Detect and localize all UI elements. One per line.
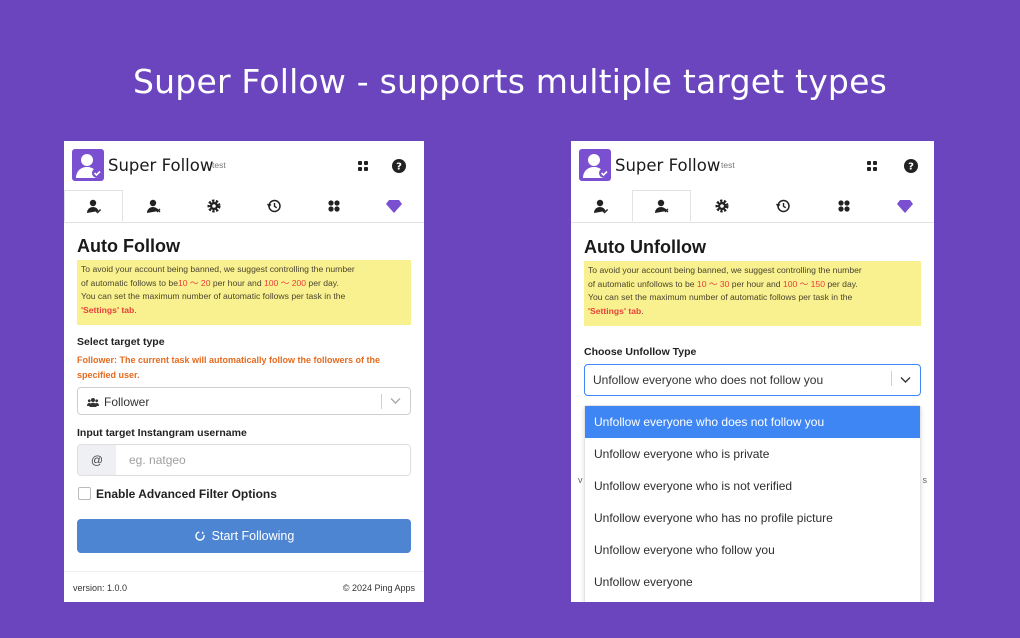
unfollow-type-value: Unfollow everyone who does not follow yo… xyxy=(593,373,824,387)
hidden-content-peek: v xyxy=(578,475,583,485)
tab-bar xyxy=(571,190,934,223)
unfollow-type-select[interactable]: Unfollow everyone who does not follow yo… xyxy=(584,364,921,396)
refresh-icon xyxy=(194,531,205,541)
user-x-icon xyxy=(654,199,668,213)
dropdown-option[interactable]: Unfollow everyone who is not verified xyxy=(585,470,920,502)
user-check-icon xyxy=(86,199,101,214)
svg-text:?: ? xyxy=(908,162,914,173)
at-addon: @ xyxy=(78,445,117,475)
select-separator xyxy=(891,371,892,386)
apps-grid-icon[interactable] xyxy=(354,157,372,175)
target-type-value: Follower xyxy=(104,395,150,409)
app-logo-icon xyxy=(72,149,104,181)
app-title: Super Follow xyxy=(615,156,721,175)
diamond-icon xyxy=(896,200,913,213)
version-text: version: 1.0.0 xyxy=(73,583,128,593)
dropdown-option[interactable]: Unfollow everyone who has no profile pic… xyxy=(585,502,920,534)
panel-header: Super Follow test ? xyxy=(571,141,934,190)
auto-unfollow-panel: Super Follow test ? Auto Unfollow To avo… xyxy=(571,141,934,602)
tab-premium[interactable] xyxy=(875,190,934,222)
history-icon xyxy=(775,199,790,213)
tab-history[interactable] xyxy=(244,190,303,222)
tab-settings[interactable] xyxy=(692,190,751,222)
dropdown-option[interactable]: Unfollow everyone xyxy=(585,566,920,598)
tab-premium[interactable] xyxy=(364,190,423,222)
gear-icon xyxy=(207,199,220,213)
chevron-down-icon xyxy=(390,398,401,404)
diamond-icon xyxy=(385,200,402,213)
unfollow-type-dropdown: Unfollow everyone who does not follow yo… xyxy=(584,405,921,602)
chevron-down-icon xyxy=(900,377,911,383)
history-icon xyxy=(266,199,281,213)
env-badge: test xyxy=(212,160,226,170)
banner-title: Super Follow - supports multiple target … xyxy=(133,62,887,101)
dropdown-option[interactable]: Unfollow everyone who does not follow yo… xyxy=(585,406,920,438)
users-icon xyxy=(87,398,99,407)
select-separator xyxy=(381,394,382,409)
username-label: Input target Instangram username xyxy=(77,427,247,439)
user-x-icon xyxy=(146,199,160,213)
target-type-hint: Follower: The current task will automati… xyxy=(77,355,381,380)
page-heading: Auto Unfollow xyxy=(584,237,706,257)
copyright-text: © 2024 Ping Apps xyxy=(342,583,415,593)
tab-bar xyxy=(64,190,424,223)
user-check-icon xyxy=(593,199,608,214)
warning-notice: To avoid your account being banned, we s… xyxy=(584,261,921,326)
dropdown-option[interactable]: Unfollow everyone who follow you xyxy=(585,534,920,566)
apps-icon xyxy=(327,200,340,212)
panel-footer: version: 1.0.0 © 2024 Ping Apps xyxy=(64,571,424,602)
target-type-label: Select target type xyxy=(77,336,165,348)
warning-notice: To avoid your account being banned, we s… xyxy=(77,260,411,325)
username-input[interactable] xyxy=(116,445,410,475)
tab-auto-follow[interactable] xyxy=(571,190,630,222)
target-type-select[interactable]: Follower xyxy=(77,387,411,415)
advanced-filter-checkbox[interactable] xyxy=(78,487,91,500)
apps-icon xyxy=(837,200,850,212)
app-title: Super Follow xyxy=(108,156,214,175)
env-badge: test xyxy=(721,160,735,170)
help-circle-icon[interactable]: ? xyxy=(902,157,920,175)
advanced-filter-label: Enable Advanced Filter Options xyxy=(96,487,277,501)
unfollow-type-label: Choose Unfollow Type xyxy=(584,346,697,358)
tab-apps[interactable] xyxy=(814,190,873,222)
tab-auto-unfollow[interactable] xyxy=(632,190,691,222)
panel-header: Super Follow test ? xyxy=(64,141,424,190)
tab-auto-unfollow[interactable] xyxy=(124,190,183,222)
tab-apps[interactable] xyxy=(304,190,363,222)
apps-grid-icon[interactable] xyxy=(863,157,881,175)
dropdown-option[interactable]: Unfollow everyone who is private xyxy=(585,438,920,470)
help-circle-icon[interactable]: ? xyxy=(390,157,408,175)
tab-auto-follow[interactable] xyxy=(64,190,123,222)
tab-settings[interactable] xyxy=(184,190,243,222)
start-following-button[interactable]: Start Following xyxy=(77,519,411,553)
tab-history[interactable] xyxy=(753,190,812,222)
auto-follow-panel: Super Follow test ? Auto Follow To avoid… xyxy=(64,141,424,602)
gear-icon xyxy=(715,199,728,213)
app-logo-icon xyxy=(579,149,611,181)
page-heading: Auto Follow xyxy=(77,236,180,256)
svg-text:?: ? xyxy=(396,162,402,173)
hidden-content-peek: s xyxy=(922,475,928,485)
username-input-group: @ xyxy=(77,444,411,476)
